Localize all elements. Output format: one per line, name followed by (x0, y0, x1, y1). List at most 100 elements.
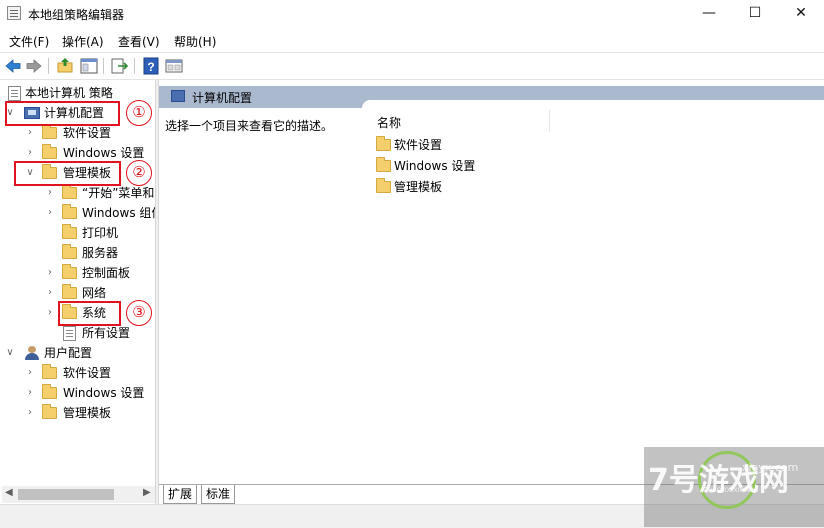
close-button[interactable]: ✕ (778, 0, 824, 28)
tree-pane: 本地计算机 策略 ∨ 计算机配置 › 软件设置 › Windows 设置 ∨ 管… (2, 80, 155, 484)
tree-item-label: 网络 (82, 286, 107, 300)
details-header-title: 计算机配置 (192, 91, 253, 105)
folder-icon (42, 384, 57, 399)
expand-chevron-icon[interactable]: › (44, 303, 56, 323)
tree-item-label: “开始”菜单和 (82, 186, 155, 200)
annotation-number-1: ① (126, 100, 152, 126)
maximize-button[interactable]: ☐ (732, 0, 778, 28)
export-list-icon[interactable] (110, 57, 128, 75)
scroll-left-icon[interactable]: ◀ (5, 487, 13, 498)
forward-arrow-icon[interactable] (25, 57, 43, 75)
tree-item-start-menu[interactable]: › “开始”菜单和 (2, 183, 155, 203)
help-icon[interactable]: ? (142, 57, 160, 75)
toolbar-separator (134, 58, 135, 74)
tree-item-server[interactable]: 服务器 (2, 243, 155, 263)
tree-item-root[interactable]: 本地计算机 策略 (2, 83, 155, 103)
tree-item-cc-software[interactable]: › 软件设置 (2, 123, 155, 143)
menu-bar: 文件(F) 操作(A) 查看(V) 帮助(H) (0, 30, 824, 50)
column-header-name[interactable]: 名称 (377, 114, 401, 131)
tree-item-label: Windows 设置 (63, 386, 145, 400)
show-hide-tree-icon[interactable] (80, 57, 98, 75)
tab-standard[interactable]: 标准 (201, 485, 236, 504)
tree-item-control-panel[interactable]: › 控制面板 (2, 263, 155, 283)
tab-extended[interactable]: 扩展 (163, 485, 198, 504)
expand-chevron-icon[interactable]: › (44, 203, 56, 223)
tree-item-label: 用户配置 (44, 346, 93, 360)
tree-item-label: 软件设置 (63, 126, 112, 140)
tree-item-all-settings[interactable]: 所有设置 (2, 323, 155, 343)
folder-icon (62, 224, 77, 239)
scroll-right-icon[interactable]: ▶ (143, 487, 151, 498)
list-item-software[interactable]: 软件设置 (376, 135, 576, 155)
tree-item-uc-admin[interactable]: › 管理模板 (2, 403, 155, 423)
expand-chevron-icon[interactable]: › (24, 363, 36, 383)
scrollbar-thumb[interactable] (18, 489, 114, 500)
tree-item-label: 打印机 (82, 226, 119, 240)
description-area: 选择一个项目来查看它的描述。 (159, 108, 359, 484)
folder-icon (42, 124, 57, 139)
expand-chevron-icon[interactable]: › (24, 123, 36, 143)
annotation-box-3 (58, 301, 121, 326)
expand-chevron-icon[interactable]: › (24, 383, 36, 403)
tree-item-label: 管理模板 (63, 406, 112, 420)
watermark-subtext: ZHAOYOUXIWANG (704, 487, 759, 494)
tree-item-label: 服务器 (82, 246, 119, 260)
minimize-button[interactable]: — (686, 0, 732, 28)
tree-item-uc-windows[interactable]: › Windows 设置 (2, 383, 155, 403)
description-text: 选择一个项目来查看它的描述。 (165, 119, 334, 133)
horizontal-scrollbar[interactable]: ◀ ▶ (2, 486, 155, 503)
folder-icon (42, 144, 57, 159)
svg-text:?: ? (147, 60, 154, 74)
list-item-label: 软件设置 (394, 138, 443, 152)
folder-icon (42, 364, 57, 379)
expand-chevron-icon[interactable]: › (24, 143, 36, 163)
tree-item-label: 软件设置 (63, 366, 112, 380)
tree-item-label: 所有设置 (82, 326, 131, 340)
collapse-chevron-icon[interactable]: ∨ (4, 343, 16, 363)
tree-item-user-config[interactable]: ∨ 用户配置 (2, 343, 155, 363)
toolbar-separator (103, 58, 104, 74)
expand-chevron-icon[interactable]: › (44, 283, 56, 303)
menu-help[interactable]: 帮助(H) (174, 33, 216, 50)
menu-view[interactable]: 查看(V) (118, 33, 160, 50)
window-title: 本地组策略编辑器 (28, 8, 125, 22)
folder-icon (376, 157, 391, 172)
toolbar-separator (48, 58, 49, 74)
tree-item-label: 本地计算机 策略 (25, 86, 113, 100)
annotation-number-2: ② (126, 160, 152, 186)
all-settings-icon (63, 326, 76, 341)
expand-chevron-icon[interactable]: › (24, 403, 36, 423)
expand-chevron-icon[interactable]: › (44, 183, 56, 203)
tree-item-uc-software[interactable]: › 软件设置 (2, 363, 155, 383)
tree-item-windows-components[interactable]: › Windows 组件 (2, 203, 155, 223)
folder-icon (62, 204, 77, 219)
expand-chevron-icon[interactable]: › (44, 263, 56, 283)
folder-icon (376, 178, 391, 193)
list-item-admin[interactable]: 管理模板 (376, 177, 576, 197)
watermark-url: xiayx.com (742, 461, 799, 474)
annotation-box-1 (5, 101, 120, 126)
policy-icon (8, 86, 21, 101)
back-arrow-icon[interactable] (4, 57, 22, 75)
list-item-windows[interactable]: Windows 设置 (376, 156, 576, 176)
properties-icon[interactable] (165, 57, 183, 75)
tree-item-label: Windows 组件 (82, 206, 155, 220)
folder-icon (62, 264, 77, 279)
folder-icon (62, 284, 77, 299)
list-item-label: 管理模板 (394, 180, 443, 194)
folder-icon (42, 404, 57, 419)
toolbar: ? (0, 52, 824, 80)
item-list: 名称 软件设置 Windows 设置 管理模板 (362, 100, 824, 484)
user-icon (25, 346, 39, 361)
computer-icon (171, 90, 185, 102)
column-separator[interactable] (549, 110, 550, 132)
folder-icon (62, 244, 77, 259)
menu-file[interactable]: 文件(F) (9, 33, 49, 50)
annotation-number-3: ③ (126, 300, 152, 326)
tree-item-printers[interactable]: 打印机 (2, 223, 155, 243)
tree-item-label: 控制面板 (82, 266, 131, 280)
up-folder-icon[interactable] (56, 57, 74, 75)
tree-item-cc-windows[interactable]: › Windows 设置 (2, 143, 155, 163)
tree-item-network[interactable]: › 网络 (2, 283, 155, 303)
menu-action[interactable]: 操作(A) (62, 33, 104, 50)
